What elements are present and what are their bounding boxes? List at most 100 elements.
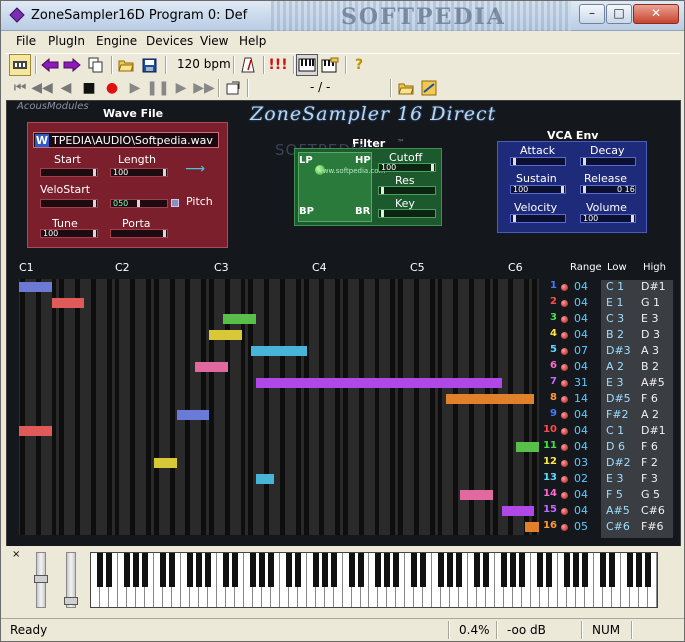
black-key[interactable] (348, 553, 355, 587)
length-knob[interactable] (163, 169, 166, 176)
black-key[interactable] (231, 553, 238, 587)
zone-led-icon[interactable] (561, 396, 568, 403)
black-key[interactable] (123, 553, 130, 587)
release-slider[interactable]: 0 16 (580, 185, 636, 194)
black-key[interactable] (420, 553, 427, 587)
zone-row[interactable]: 16 05 C#6 F#6 (541, 520, 678, 536)
black-key[interactable] (438, 553, 445, 587)
porta-knob[interactable] (163, 230, 166, 237)
black-key[interactable] (168, 553, 175, 587)
zone-led-icon[interactable] (561, 476, 568, 483)
black-key[interactable] (456, 553, 463, 587)
zone-row[interactable]: 8 14 D#5 F 6 (541, 392, 678, 408)
pitch-toggle[interactable] (171, 199, 179, 207)
zone-led-icon[interactable] (561, 524, 568, 531)
save-disk-icon[interactable] (138, 54, 160, 76)
keyboard-icon[interactable] (296, 54, 318, 76)
zone-led-icon[interactable] (561, 508, 568, 515)
song-settings-icon[interactable] (418, 77, 440, 99)
black-key[interactable] (501, 553, 508, 587)
black-key[interactable] (384, 553, 391, 587)
step-forward-icon[interactable]: ▶ (170, 77, 192, 99)
close-button[interactable]: ✕ (633, 4, 679, 24)
sustain-slider[interactable]: 100 (510, 185, 566, 194)
help-icon[interactable]: ? (348, 54, 370, 76)
black-key[interactable] (609, 553, 616, 587)
zone-row[interactable]: 2 04 E 1 G 1 (541, 296, 678, 312)
zone-row[interactable]: 10 04 C 1 D#1 (541, 424, 678, 440)
zone-row[interactable]: 11 04 D 6 F 6 (541, 440, 678, 456)
copy-icon[interactable] (85, 54, 107, 76)
black-key[interactable] (132, 553, 139, 587)
black-key[interactable] (519, 553, 526, 587)
black-key[interactable] (564, 553, 571, 587)
keyboard-edit-icon[interactable] (319, 54, 341, 76)
zone-led-icon[interactable] (561, 380, 568, 387)
mod-wheel[interactable] (64, 552, 78, 608)
attack-slider[interactable] (510, 157, 566, 166)
pause-icon[interactable]: ❚❚ (146, 77, 169, 99)
zone-led-icon[interactable] (561, 316, 568, 323)
rewind-start-icon[interactable]: ⏮ (9, 77, 31, 99)
black-key[interactable] (537, 553, 544, 587)
zone-row[interactable]: 5 07 D#3 A 3 (541, 344, 678, 360)
black-key[interactable] (447, 553, 454, 587)
tune-knob[interactable] (93, 230, 96, 237)
zone-led-icon[interactable] (561, 492, 568, 499)
black-key[interactable] (312, 553, 319, 587)
attack-knob[interactable] (513, 158, 516, 165)
zone-bar-15[interactable] (501, 506, 535, 516)
zone-led-icon[interactable] (561, 428, 568, 435)
zone-row[interactable]: 14 04 F 5 G 5 (541, 488, 678, 504)
black-key[interactable] (636, 553, 643, 587)
title-bar[interactable]: ZoneSampler16D Program 0: Def SOFTPEDIA … (1, 1, 684, 31)
zone-led-icon[interactable] (561, 348, 568, 355)
black-key[interactable] (321, 553, 328, 587)
zone-bar-10[interactable] (19, 426, 52, 436)
black-key[interactable] (285, 553, 292, 587)
fast-rewind-icon[interactable]: ◀◀ (31, 77, 53, 99)
black-key[interactable] (141, 553, 148, 587)
play-icon[interactable]: ▶ (124, 77, 146, 99)
zone-row[interactable]: 13 02 E 3 F 3 (541, 472, 678, 488)
zone-led-icon[interactable] (561, 460, 568, 467)
menu-file[interactable]: File (16, 34, 36, 48)
zone-bar-5[interactable] (251, 346, 307, 356)
zone-row[interactable]: 6 04 A 2 B 2 (541, 360, 678, 376)
key-slider[interactable] (378, 209, 436, 218)
pitch-wheel-thumb[interactable] (34, 575, 48, 583)
arrow-left-icon[interactable] (39, 54, 61, 76)
release-knob[interactable] (583, 186, 586, 193)
zone-bar-11[interactable] (515, 442, 539, 452)
black-key[interactable] (96, 553, 103, 587)
sustain-knob[interactable] (561, 186, 564, 193)
cutoff-knob[interactable] (431, 164, 434, 171)
zone-row[interactable]: 7 31 E 3 A#5 (541, 376, 678, 392)
plugin-icon[interactable] (9, 54, 31, 76)
stop-icon[interactable]: ■ (78, 77, 100, 99)
zone-map[interactable] (19, 279, 539, 535)
black-key[interactable] (294, 553, 301, 587)
black-key[interactable] (267, 553, 274, 587)
zone-row[interactable]: 4 04 B 2 D 3 (541, 328, 678, 344)
zone-bar-14[interactable] (460, 490, 493, 500)
minimize-button[interactable]: – (579, 4, 605, 24)
keyboard-close-icon[interactable]: × (12, 549, 20, 560)
tune-slider[interactable]: 100 (40, 229, 98, 238)
cutoff-slider[interactable]: 100 (378, 163, 436, 172)
res-slider[interactable] (378, 186, 436, 195)
black-key[interactable] (375, 553, 382, 587)
black-key[interactable] (510, 553, 517, 587)
decay-knob[interactable] (583, 158, 586, 165)
black-key[interactable] (600, 553, 607, 587)
pitch-knob[interactable] (137, 200, 140, 207)
black-key[interactable] (204, 553, 211, 587)
zone-bar-12[interactable] (153, 458, 177, 468)
fast-forward-icon[interactable]: ▶▶ (193, 77, 215, 99)
zone-led-icon[interactable] (561, 364, 568, 371)
zone-bar-7[interactable] (255, 378, 502, 388)
zone-bar-3[interactable] (223, 314, 256, 324)
velostart-slider[interactable] (40, 199, 98, 208)
zone-led-icon[interactable] (561, 284, 568, 291)
volume-slider[interactable]: 100 (580, 214, 636, 223)
